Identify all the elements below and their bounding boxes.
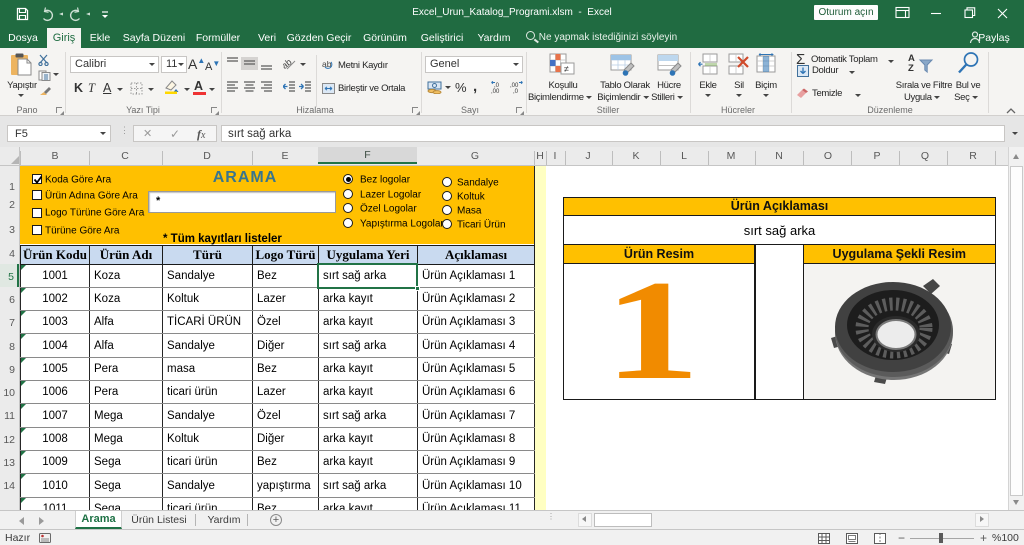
svg-text:,00: ,00 xyxy=(491,89,500,94)
svg-text:,0: ,0 xyxy=(513,89,519,94)
svg-text:Z: Z xyxy=(908,63,914,74)
svg-text:≠: ≠ xyxy=(564,64,569,74)
